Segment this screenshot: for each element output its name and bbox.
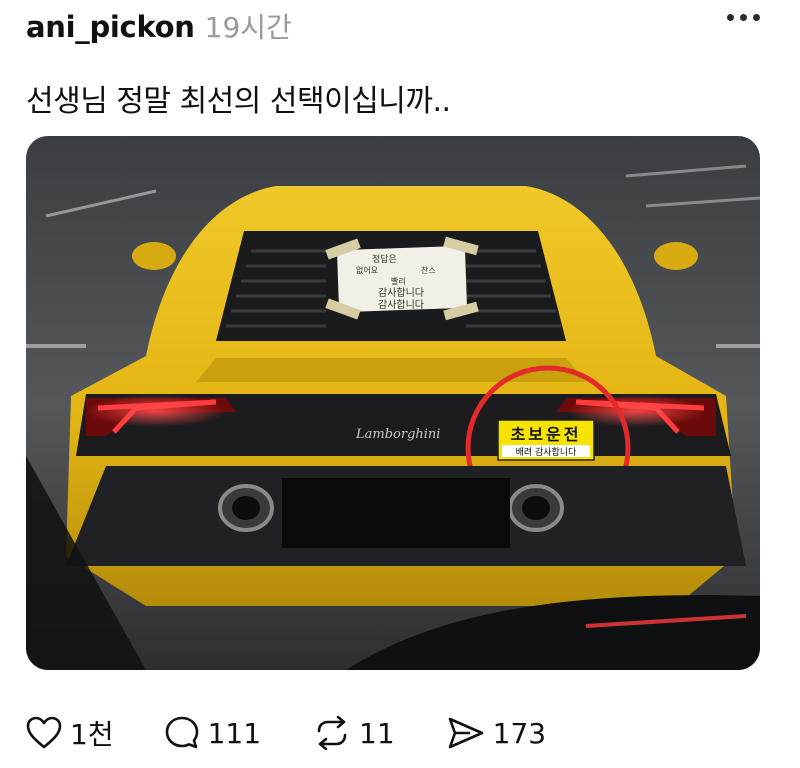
post-actions: 1천 111 11 173 <box>26 710 546 756</box>
sign-line: 감사합니다 <box>378 299 424 311</box>
paper-sign: 정답은 없어요 찬스 빨리 감사합니다 감사합니다 <box>325 236 479 321</box>
sign-line: 빨리 <box>391 276 406 286</box>
send-icon <box>448 717 483 749</box>
post-photo[interactable]: 정답은 없어요 찬스 빨리 감사합니다 감사합니다 Lamborghini 초보… <box>26 136 760 670</box>
comment-bubble-icon <box>165 716 198 749</box>
timestamp: 19시간 <box>204 11 292 44</box>
more-dot <box>740 14 747 21</box>
lamborghini-rear-photo: 정답은 없어요 찬스 빨리 감사합니다 감사합니다 Lamborghini 초보… <box>26 136 760 670</box>
heart-icon <box>26 716 62 749</box>
sticker-sub-text: 배려 감사합니다 <box>516 446 578 458</box>
blurred-license-plate <box>282 478 510 548</box>
sign-line: 정답은 <box>372 253 397 265</box>
reply-button[interactable]: 111 <box>164 715 261 751</box>
beginner-driver-sticker: 초보운전 배려 감사합니다 <box>497 419 595 461</box>
sign-line: 감사합니다 <box>378 287 424 299</box>
sign-line: 찬스 <box>421 265 436 275</box>
post-header: ani_pickon 19시간 <box>26 6 292 44</box>
share-count: 173 <box>492 716 547 750</box>
repost-button[interactable]: 11 <box>313 716 395 750</box>
username[interactable]: ani_pickon <box>26 10 195 44</box>
more-dot <box>753 14 760 21</box>
more-options-button[interactable] <box>727 14 760 21</box>
like-count: 1천 <box>70 718 114 751</box>
repost-icon <box>317 716 347 750</box>
more-dot <box>727 14 734 21</box>
sticker-main-text: 초보운전 <box>511 425 582 444</box>
share-button[interactable]: 173 <box>447 716 546 750</box>
post-text: 선생님 정말 최선의 선택이십니까.. <box>26 84 451 119</box>
like-button[interactable]: 1천 <box>26 713 114 753</box>
sign-line: 없어요 <box>356 265 378 275</box>
repost-count: 11 <box>359 716 395 750</box>
brand-badge: Lamborghini <box>355 427 440 442</box>
reply-count: 111 <box>207 716 262 750</box>
